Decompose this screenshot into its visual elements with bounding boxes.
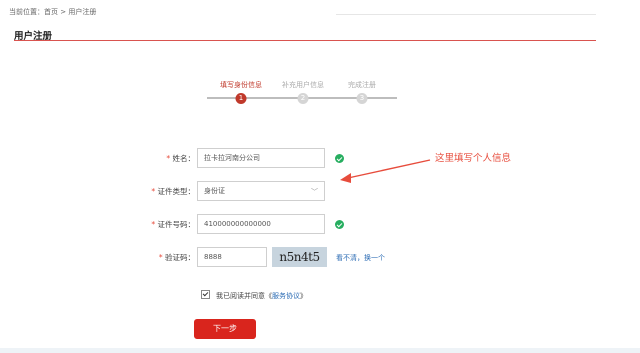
chevron-down-icon: ﹀	[311, 188, 318, 196]
captcha-image[interactable]: n5n4t5	[272, 247, 327, 267]
name-label: * 姓名：	[166, 154, 195, 163]
name-input[interactable]: 拉卡拉河南分公司	[197, 148, 325, 168]
id-number-input[interactable]: 410000000000000	[197, 214, 325, 234]
id-number-label: * 证件号码：	[151, 220, 195, 229]
step-2-label: 补充用户信息	[282, 81, 324, 89]
agreement-text: 我已阅读并同意《	[216, 292, 272, 300]
step-1-dot: 1	[235, 93, 247, 104]
agreement-checkbox[interactable]	[201, 290, 210, 299]
captcha-row: * 验证码： 8888 n5n4t5 看不清，换一个	[0, 247, 640, 269]
breadcrumb: 当前位置：首页 > 用户注册	[9, 8, 97, 16]
id-number-row: * 证件号码： 410000000000000	[0, 214, 640, 236]
step-progress: 填写身份信息 补充用户信息 完成注册 1 2 3	[207, 80, 397, 114]
id-type-label: * 证件类型：	[151, 187, 195, 196]
name-row: * 姓名： 拉卡拉河南分公司	[0, 148, 640, 170]
id-type-row: * 证件类型： 身份证 ﹀	[0, 181, 640, 203]
top-divider	[336, 14, 596, 15]
id-type-select[interactable]: 身份证 ﹀	[197, 181, 325, 201]
name-valid-icon	[335, 154, 344, 163]
title-underline	[14, 40, 596, 41]
id-type-value: 身份证	[204, 187, 225, 195]
service-agreement-link[interactable]: 服务协议	[272, 292, 300, 300]
step-1-label: 填写身份信息	[220, 81, 262, 89]
annotation-arrow-icon	[340, 159, 431, 183]
captcha-label: * 验证码：	[158, 253, 195, 262]
agreement-suffix: 》	[300, 292, 307, 300]
step-3-label: 完成注册	[348, 81, 376, 89]
agreement: 我已阅读并同意《服务协议》	[201, 290, 307, 301]
refresh-captcha-link[interactable]: 看不清，换一个	[336, 247, 385, 269]
step-3-dot: 3	[356, 93, 368, 104]
step-2-dot: 2	[297, 93, 309, 104]
footer-band	[0, 348, 640, 353]
captcha-input[interactable]: 8888	[197, 247, 267, 267]
next-button[interactable]: 下一步	[194, 319, 256, 339]
id-number-valid-icon	[335, 220, 344, 229]
annotation-note: 这里填写个人信息	[435, 153, 512, 164]
